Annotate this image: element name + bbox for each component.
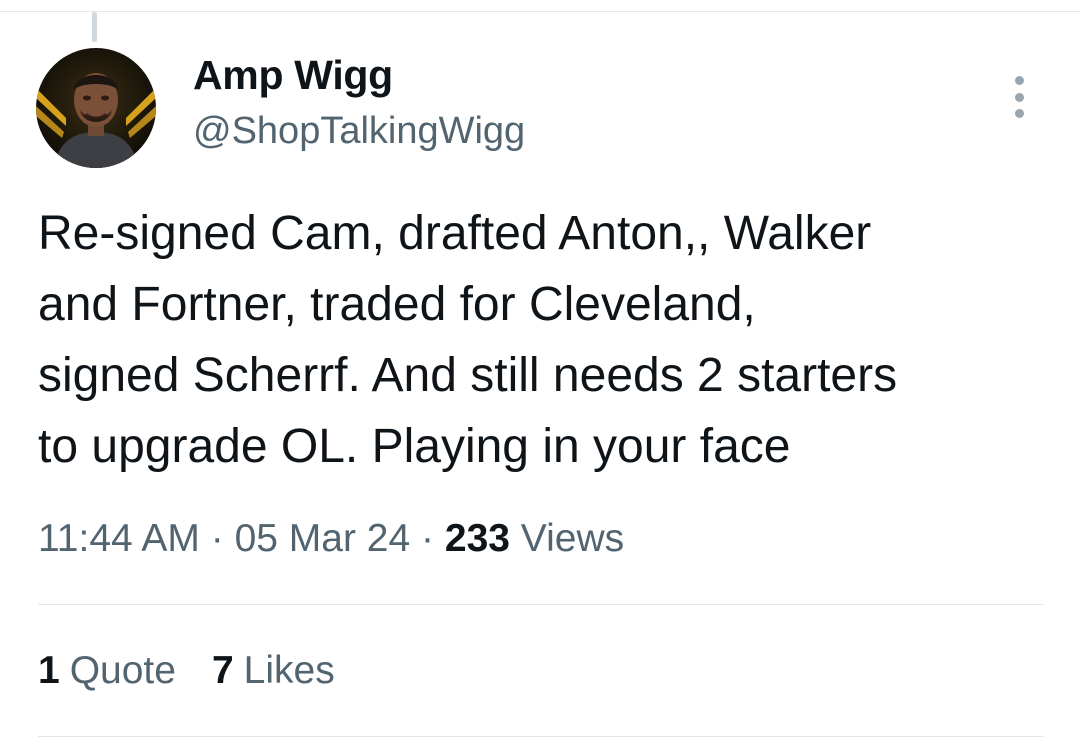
author-avatar[interactable] xyxy=(36,48,156,168)
engagement-stats: 1 Quote 7 Likes xyxy=(38,649,335,693)
thread-connector-line xyxy=(92,12,97,42)
author-handle[interactable]: @ShopTalkingWigg xyxy=(193,112,525,150)
author-display-name[interactable]: Amp Wigg xyxy=(193,55,393,96)
more-vertical-icon[interactable] xyxy=(1004,76,1034,118)
likes-count: 7 xyxy=(211,649,234,692)
stats-divider-bottom xyxy=(38,736,1044,737)
more-dot xyxy=(1014,92,1024,102)
tweet-text: Re-signed Cam, drafted Anton,, Walker an… xyxy=(38,207,898,473)
profile-avatar-icon xyxy=(36,48,156,168)
top-divider xyxy=(0,11,1080,12)
quotes-stat[interactable]: 1 Quote xyxy=(38,649,176,693)
likes-stat[interactable]: 7 Likes xyxy=(211,649,335,693)
more-dot xyxy=(1014,109,1024,118)
views-count: 233 xyxy=(444,517,510,560)
stats-divider-top xyxy=(38,604,1044,605)
views-label: Views xyxy=(520,517,625,560)
tweet-meta: 11:44 AM · 05 Mar 24 · 233 Views xyxy=(38,517,625,561)
meta-separator: · xyxy=(210,517,224,560)
more-dot xyxy=(1014,76,1024,85)
meta-separator: · xyxy=(421,517,435,560)
likes-label: Likes xyxy=(243,649,335,692)
tweet-time[interactable]: 11:44 AM xyxy=(38,517,200,560)
quotes-count: 1 xyxy=(38,649,60,692)
tweet-date[interactable]: 05 Mar 24 xyxy=(235,517,411,560)
quotes-label: Quote xyxy=(69,649,176,692)
